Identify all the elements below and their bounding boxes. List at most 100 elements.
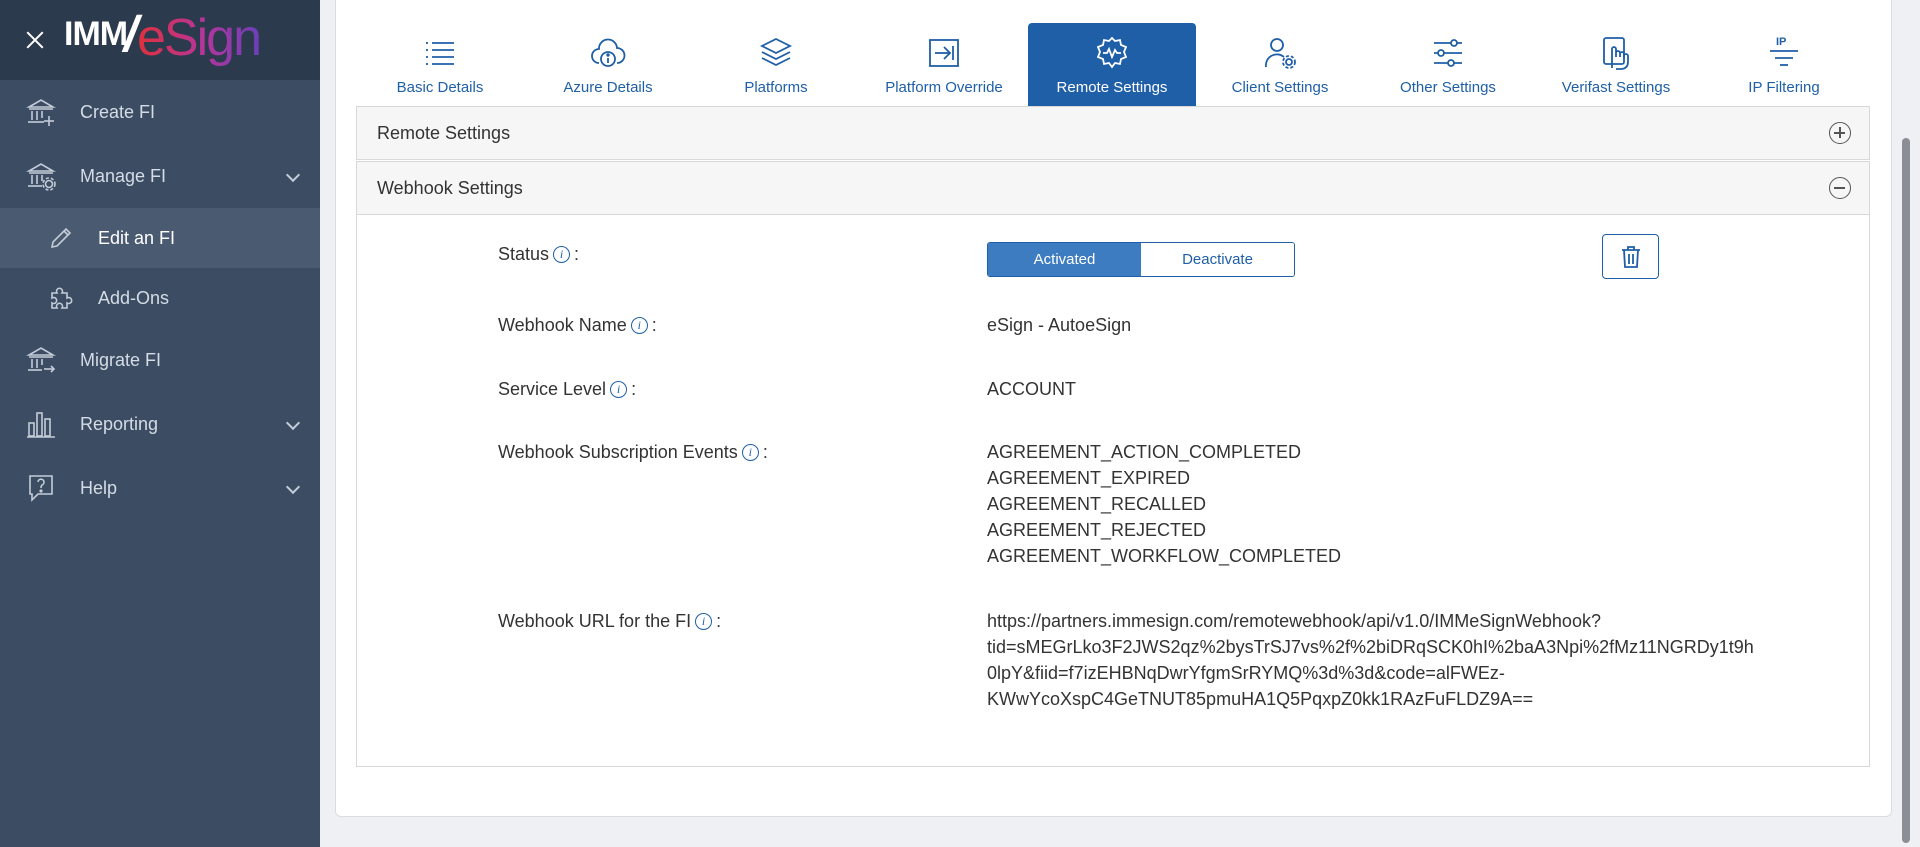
label-colon: : xyxy=(631,379,637,399)
hand-touch-icon xyxy=(1603,37,1629,70)
sidebar-item-create-fi[interactable]: Create FI xyxy=(0,80,320,144)
sidebar-item-label: Help xyxy=(80,477,118,498)
bank-migrate-icon xyxy=(26,347,56,373)
sidebar-item-label: Migrate FI xyxy=(80,349,162,370)
sidebar-item-edit-an-fi[interactable]: Edit an FI xyxy=(0,208,320,268)
gear-pulse-icon xyxy=(1096,36,1128,69)
activated-option[interactable]: Activated xyxy=(988,243,1141,276)
delete-webhook-button[interactable] xyxy=(1602,234,1659,279)
tab-ip-filtering[interactable]: IP IP Filtering xyxy=(1700,23,1868,106)
webhook-url-row-label: Webhook URL for the FI i : xyxy=(498,611,721,632)
page-scrollbar[interactable] xyxy=(1892,0,1920,847)
event-item: AGREEMENT_WORKFLOW_COMPLETED xyxy=(987,546,1342,566)
collapse-minus-icon[interactable] xyxy=(1829,177,1851,199)
sidebar-item-label: Edit an FI xyxy=(98,227,176,248)
info-icon[interactable]: i xyxy=(553,246,571,263)
user-gear-icon xyxy=(1265,38,1296,69)
pencil-icon xyxy=(50,227,72,249)
event-item: AGREEMENT_REJECTED xyxy=(987,520,1207,540)
service-level-value: ACCOUNT xyxy=(987,379,1076,399)
subscription-events-row-label: Webhook Subscription Events i : xyxy=(498,442,768,463)
webhook-name-value: eSign - AutoeSign xyxy=(987,315,1132,335)
tab-label: Platforms xyxy=(744,79,808,96)
deactivate-option[interactable]: Deactivate xyxy=(1141,243,1294,276)
event-item: AGREEMENT_RECALLED xyxy=(987,494,1207,514)
bank-settings-icon xyxy=(26,163,56,191)
event-item: AGREEMENT_EXPIRED xyxy=(987,468,1191,488)
bar-chart-icon xyxy=(27,412,55,438)
event-item: AGREEMENT_ACTION_COMPLETED xyxy=(987,442,1302,462)
tab-label: Basic Details xyxy=(396,79,484,96)
sidebar-item-label: Add-Ons xyxy=(98,287,170,308)
logo-imm-text: IMM xyxy=(64,15,128,53)
logo-esign-text: eSign xyxy=(137,9,262,67)
webhook-settings-panel-header[interactable]: Webhook Settings xyxy=(356,161,1870,215)
fi-editor-card: Basic Details Azure Details Platforms Pl… xyxy=(335,0,1892,817)
bank-add-icon xyxy=(26,99,56,126)
cloud-info-icon xyxy=(591,38,626,67)
tab-other-settings[interactable]: Other Settings xyxy=(1364,23,1532,106)
webhook-url-value: https://partners.immesign.com/remotewebh… xyxy=(987,608,1754,712)
tab-platform-override[interactable]: Platform Override xyxy=(860,23,1028,106)
sidebar-item-reporting[interactable]: Reporting xyxy=(0,392,320,456)
label-colon: : xyxy=(762,442,768,462)
layers-icon xyxy=(759,37,793,67)
info-icon[interactable]: i xyxy=(630,317,648,334)
info-icon[interactable]: i xyxy=(741,444,759,461)
tab-label: IP Filtering xyxy=(1748,79,1820,96)
tab-remote-settings[interactable]: Remote Settings xyxy=(1028,23,1196,106)
list-icon xyxy=(426,42,454,65)
tab-client-settings[interactable]: Client Settings xyxy=(1196,23,1364,106)
service-level-row-label: Service Level i : xyxy=(498,379,636,400)
scrollbar-thumb[interactable] xyxy=(1902,138,1910,843)
status-label: Status xyxy=(498,244,550,264)
sidebar-item-add-ons[interactable]: Add-Ons xyxy=(0,268,320,328)
info-icon[interactable]: i xyxy=(610,381,628,398)
sidebar-item-label: Create FI xyxy=(80,101,156,122)
svg-text:IP: IP xyxy=(1776,36,1786,48)
puzzle-icon xyxy=(51,287,73,309)
sidebar: IMM / eSign Create FI Manage FI Edit an … xyxy=(0,0,320,847)
sliders-icon xyxy=(1434,39,1462,67)
brand-bar: IMM / eSign xyxy=(0,0,320,80)
chevron-down-icon xyxy=(285,167,301,183)
tab-platforms[interactable]: Platforms xyxy=(692,23,860,106)
tab-label: Platform Override xyxy=(885,79,1003,96)
label-colon: : xyxy=(716,611,722,631)
webhook-url-label: Webhook URL for the FI xyxy=(498,611,692,631)
trash-icon xyxy=(1621,245,1640,268)
sidebar-item-manage-fi[interactable]: Manage FI xyxy=(0,144,320,208)
chevron-down-icon xyxy=(285,479,301,495)
arrow-box-icon xyxy=(929,39,959,67)
label-colon: : xyxy=(574,244,580,264)
webhook-name-label: Webhook Name xyxy=(498,315,627,335)
expand-plus-icon[interactable] xyxy=(1829,122,1851,144)
tab-label: Other Settings xyxy=(1400,79,1496,96)
tab-label: Azure Details xyxy=(563,79,653,96)
help-bubble-icon xyxy=(29,475,53,502)
url-line: 0lpY&fiid=f7izEHBNqDwrYfgmSrRYMQ%3d%3d&c… xyxy=(987,663,1505,683)
tab-basic-details[interactable]: Basic Details xyxy=(356,23,524,106)
sidebar-item-label: Reporting xyxy=(80,413,159,434)
label-colon: : xyxy=(651,315,657,335)
tab-label: Remote Settings xyxy=(1056,79,1168,96)
tab-azure-details[interactable]: Azure Details xyxy=(524,23,692,106)
tab-label: Client Settings xyxy=(1231,79,1329,96)
info-icon[interactable]: i xyxy=(695,613,713,630)
sidebar-item-help[interactable]: Help xyxy=(0,456,320,520)
webhook-name-row-label: Webhook Name i : xyxy=(498,315,657,336)
tab-verifast-settings[interactable]: Verifast Settings xyxy=(1532,23,1700,106)
panel-title: Webhook Settings xyxy=(377,177,523,198)
remote-settings-panel-header[interactable]: Remote Settings xyxy=(356,106,1870,160)
sidebar-item-label: Manage FI xyxy=(80,165,167,186)
status-toggle: Activated Deactivate xyxy=(987,242,1295,277)
sidebar-nav: Create FI Manage FI Edit an FI Add-Ons M… xyxy=(0,80,320,520)
ip-filter-icon: IP xyxy=(1770,36,1798,66)
sidebar-item-migrate-fi[interactable]: Migrate FI xyxy=(0,328,320,392)
url-line: KWwYcoXspC4GeTNUT85pmuHA1Q5PqxpZ0kk1RAzF… xyxy=(987,689,1534,709)
settings-tabs: Basic Details Azure Details Platforms Pl… xyxy=(356,23,1868,106)
close-sidebar-icon[interactable] xyxy=(24,29,46,51)
immesign-logo: IMM / eSign xyxy=(64,6,262,68)
service-level-label: Service Level xyxy=(498,379,607,399)
url-line: tid=sMEGrLko3F2JWS2qz%2bysTrSJ7vs%2f%2bi… xyxy=(987,637,1754,657)
